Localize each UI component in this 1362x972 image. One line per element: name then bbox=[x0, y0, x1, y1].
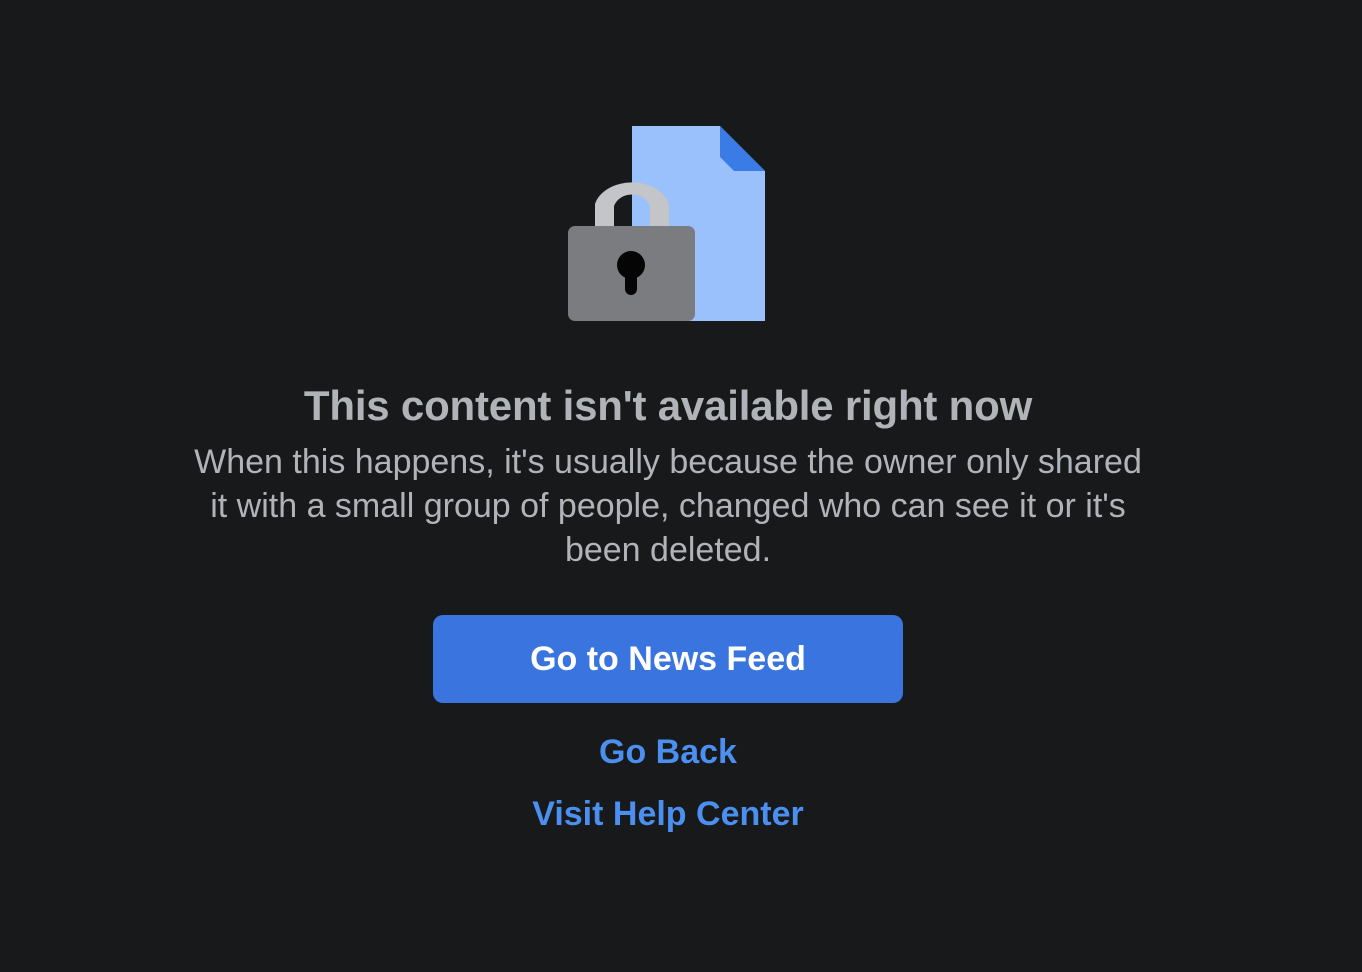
go-back-link[interactable]: Go Back bbox=[599, 733, 737, 771]
content-unavailable-page: This content isn't available right now W… bbox=[0, 0, 1362, 972]
go-back-link-row: Go Back bbox=[0, 730, 1336, 774]
error-title: This content isn't available right now bbox=[303, 382, 1033, 429]
visit-help-center-link[interactable]: Visit Help Center bbox=[532, 795, 803, 833]
locked-document-icon bbox=[568, 126, 765, 321]
error-message: When this happens, it's usually because … bbox=[194, 443, 1142, 569]
go-to-news-feed-button[interactable]: Go to News Feed bbox=[433, 615, 903, 703]
help-center-link-row: Visit Help Center bbox=[0, 792, 1336, 836]
